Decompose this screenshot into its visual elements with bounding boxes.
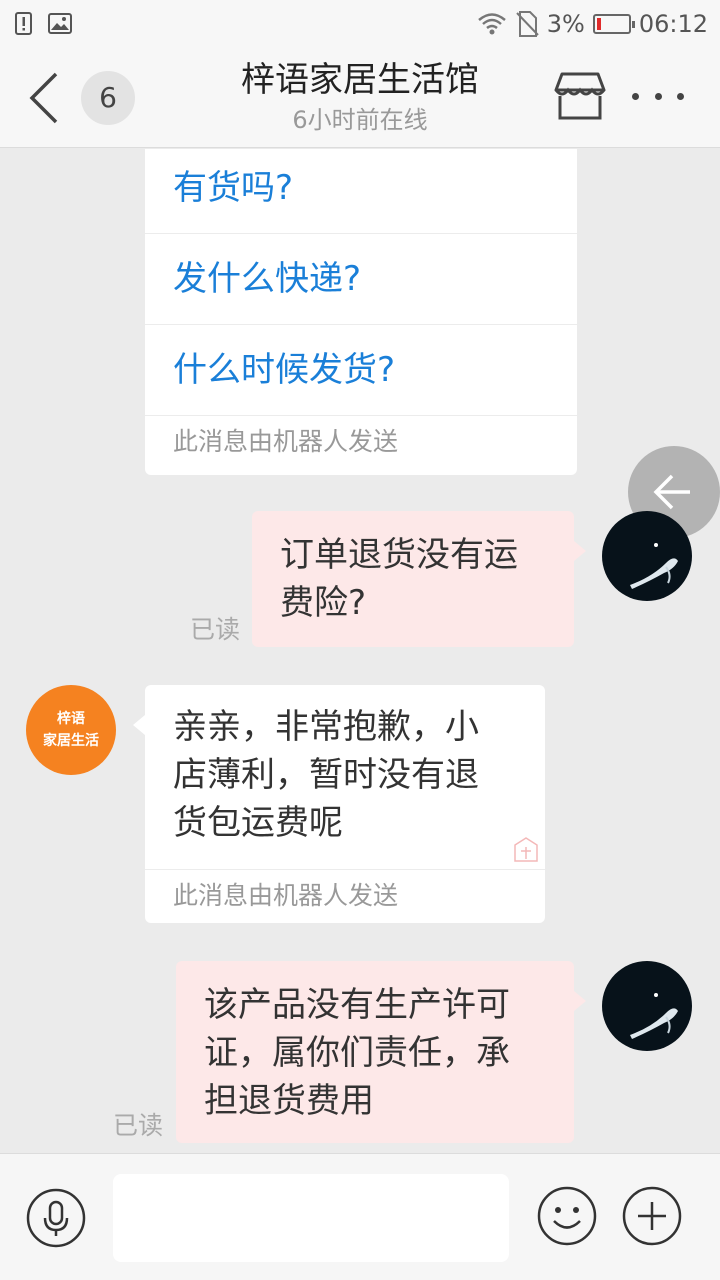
input-bar	[0, 1153, 720, 1280]
more-dot	[677, 92, 684, 100]
user-avatar[interactable]	[602, 511, 692, 601]
message-line: 亲亲，非常抱歉，小	[173, 707, 479, 747]
quick-question-item[interactable]: 发什么快递?	[145, 234, 577, 325]
message-line: 货包运费呢	[173, 803, 343, 843]
no-sim-icon	[516, 11, 539, 37]
store-icon	[554, 72, 606, 120]
shop-watermark-icon	[514, 837, 538, 862]
more-icon	[632, 92, 639, 100]
image-icon	[48, 13, 72, 34]
quick-question-item[interactable]: 什么时候发货?	[145, 325, 577, 416]
online-status: 6小时前在线	[292, 106, 428, 134]
outgoing-message[interactable]: 订单退货没有运 费险?	[252, 511, 586, 647]
koi-fish-icon	[630, 543, 678, 589]
user-avatar[interactable]	[602, 961, 692, 1051]
message-line: 订单退货没有运	[280, 535, 518, 575]
robot-note: 此消息由机器人发送	[173, 427, 399, 456]
message-line: 该产品没有生产许可	[204, 985, 510, 1025]
message-line: 店薄利，暂时没有退	[173, 755, 479, 795]
alert-icon	[15, 12, 32, 35]
store-button[interactable]	[554, 70, 606, 122]
message-line: 证，属你们责任，承	[204, 1033, 510, 1073]
clock: 06:12	[638, 10, 708, 38]
wifi-icon	[477, 13, 506, 35]
plus-icon	[622, 1186, 682, 1246]
shop-avatar-line: 梓语	[57, 711, 85, 727]
battery-percent: 3%	[546, 10, 585, 38]
robot-note: 此消息由机器人发送	[145, 869, 545, 922]
more-actions-button[interactable]	[622, 1186, 682, 1246]
message-line: 费险?	[280, 583, 367, 623]
more-button[interactable]	[628, 78, 688, 114]
read-status: 已读	[113, 1111, 164, 1140]
emoji-icon	[537, 1186, 597, 1246]
read-status: 已读	[190, 615, 241, 644]
more-dot	[654, 92, 662, 100]
message-line: 担退货费用	[204, 1081, 374, 1121]
quick-question-item[interactable]: 有货吗?	[145, 149, 577, 234]
koi-fish-icon	[630, 993, 678, 1039]
shop-avatar-line: 家居生活	[43, 733, 99, 749]
shop-avatar[interactable]: 梓语 家居生活	[26, 685, 116, 775]
chat-area[interactable]: 有货吗? 发什么快递? 什么时候发货? 此消息由机器人发送 已读 订单退货没有运…	[0, 149, 720, 1153]
emoji-button[interactable]	[537, 1186, 597, 1246]
outgoing-message[interactable]: 该产品没有生产许可 证，属你们责任，承 担退货费用	[176, 961, 586, 1143]
shop-title: 梓语家居生活馆	[241, 60, 479, 100]
battery-icon	[592, 14, 635, 34]
quick-question-card: 有货吗? 发什么快递? 什么时候发货? 此消息由机器人发送	[145, 149, 577, 475]
chat-header: 6 梓语家居生活馆 6小时前在线	[0, 48, 720, 148]
mic-icon	[26, 1188, 86, 1248]
voice-button[interactable]	[26, 1188, 86, 1248]
incoming-message[interactable]: 亲亲，非常抱歉，小 店薄利，暂时没有退 货包运费呢 此消息由机器人发送	[133, 685, 545, 923]
message-input[interactable]	[113, 1174, 509, 1262]
status-bar: 3% 06:12	[0, 0, 720, 48]
